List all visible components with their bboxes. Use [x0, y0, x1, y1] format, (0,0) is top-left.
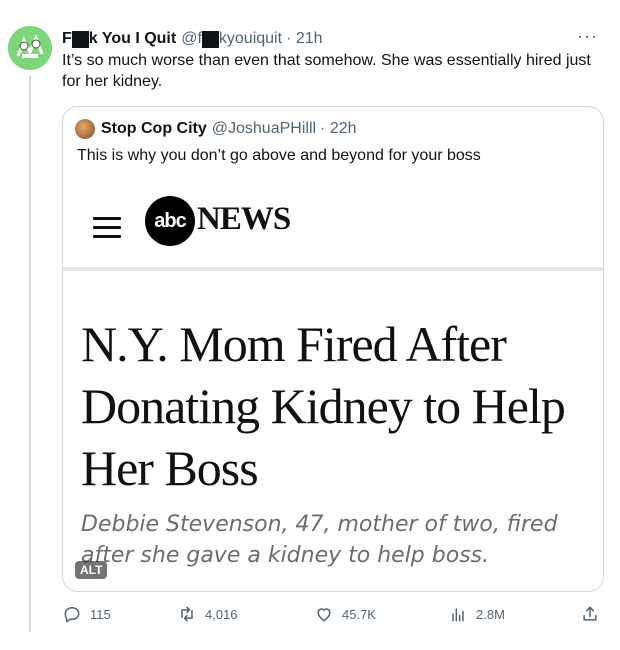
article-headline: N.Y. Mom Fired After Donating Kidney to …: [81, 316, 566, 496]
handle[interactable]: @f kyouiquit · 21h: [181, 30, 323, 48]
views-chart-icon: [452, 608, 464, 622]
handle-suffix: kyouiquit: [218, 30, 283, 47]
reply-count: 115: [90, 606, 111, 622]
repost-icon: [181, 606, 193, 622]
media-divider: [63, 267, 603, 271]
share-button[interactable]: [580, 604, 608, 624]
abc-news-wordmark: NEWS: [197, 201, 291, 237]
quoted-media-image[interactable]: abc NEWS N.Y. Mom Fired After Donating K…: [63, 179, 603, 591]
quoted-timestamp[interactable]: · 22h: [320, 120, 356, 138]
redaction-bar: [71, 30, 89, 48]
display-name-suffix: k You I Quit: [88, 30, 177, 47]
heart-icon: [317, 608, 331, 622]
quoted-tweet-text: This is why you don’t go above and beyon…: [77, 147, 481, 164]
article-subhead: Debbie Stevenson, 47, mother of two, fir…: [81, 512, 558, 568]
share-icon: [583, 606, 597, 621]
hamburger-menu-icon: [93, 217, 121, 239]
thread-line: [29, 76, 31, 632]
repost-button[interactable]: 4,016: [177, 604, 238, 624]
quoted-tweet[interactable]: Stop Cop City @JoshuaPHilll · 22h This i…: [62, 106, 604, 592]
alt-badge[interactable]: ALT: [75, 561, 108, 579]
timestamp[interactable]: · 21h: [286, 30, 322, 48]
display-name-prefix: F: [62, 30, 72, 47]
avatar[interactable]: [8, 26, 52, 70]
views-button[interactable]: 2.8M: [448, 604, 505, 624]
redaction-bar: [201, 30, 219, 48]
abc-logo: abc: [145, 196, 195, 246]
reply-icon: [64, 607, 80, 623]
avatar-illustration-icon: [8, 26, 52, 70]
quoted-handle[interactable]: @JoshuaPHilll: [212, 120, 316, 138]
more-options-icon[interactable]: ···: [577, 27, 598, 45]
tweet-text: It’s so much worse than even that someho…: [62, 52, 591, 90]
quoted-avatar[interactable]: [75, 119, 95, 139]
quoted-tweet-header: Stop Cop City @JoshuaPHilll · 22h: [75, 119, 357, 139]
like-count: 45.7K: [342, 606, 376, 622]
display-name[interactable]: Fk You I Quit: [62, 30, 176, 48]
reply-button[interactable]: 115: [62, 604, 111, 624]
tweet-header: Fk You I Quit @f kyouiquit · 21h ···: [62, 27, 606, 50]
repost-count: 4,016: [205, 606, 238, 622]
abc-news-header: abc NEWS: [63, 179, 603, 273]
quoted-display-name[interactable]: Stop Cop City: [101, 120, 207, 138]
tweet[interactable]: Fk You I Quit @f kyouiquit · 21h ··· It’s…: [0, 0, 620, 650]
handle-prefix: @f: [181, 30, 202, 47]
like-button[interactable]: 45.7K: [314, 604, 376, 624]
views-count: 2.8M: [476, 606, 505, 622]
action-bar: 115 4,016 45.7K 2.8M: [62, 604, 608, 628]
